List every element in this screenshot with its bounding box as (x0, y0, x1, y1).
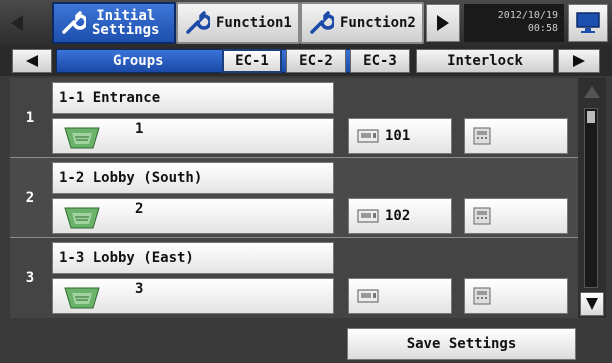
tab-function2[interactable]: Function2 (300, 2, 424, 44)
wrench-icon (62, 11, 86, 34)
me-remote-button[interactable] (464, 118, 568, 154)
row-index: 2 (25, 190, 35, 206)
vertical-scrollbar[interactable] (578, 78, 606, 318)
date-time-display: 2012/10/19 00:58 (464, 4, 564, 42)
me-remote-icon (473, 287, 491, 305)
next-section-button[interactable] (558, 49, 600, 73)
group-name-field[interactable]: 1-1 Entrance (52, 82, 334, 114)
tab-initial-settings-line2: Settings (92, 22, 160, 38)
monitor-icon (576, 12, 600, 33)
remote-controller-address: 101 (385, 128, 411, 144)
monitor-button[interactable] (568, 4, 608, 42)
group-row: 3 1-3 Lobby (East) 3 (10, 238, 578, 318)
unit-select-button[interactable]: 3 (52, 278, 334, 314)
scroll-up-button[interactable] (580, 80, 604, 104)
remote-controller-button[interactable] (348, 278, 452, 314)
tab-function1[interactable]: Function1 (176, 2, 300, 44)
prev-page-button[interactable] (0, 4, 34, 42)
remote-controller-address: 102 (385, 208, 411, 224)
time-text: 00:58 (527, 23, 558, 34)
remote-controller-button[interactable]: 101 (348, 118, 452, 154)
prev-section-button[interactable] (12, 49, 52, 73)
me-remote-icon (473, 127, 491, 145)
remote-controller-icon (357, 129, 379, 143)
tab-function2-label: Function2 (340, 15, 416, 31)
row-index: 1 (25, 110, 35, 126)
unit-number: 1 (135, 121, 144, 137)
left-arrow-icon (11, 15, 23, 31)
scroll-thumb[interactable] (587, 111, 595, 123)
sub-tab-row: Groups EC-1 EC-2 EC-3 Interlock (0, 46, 612, 76)
indoor-unit-icon (64, 127, 100, 149)
unit-select-button[interactable]: 1 (52, 118, 334, 154)
scroll-down-button[interactable] (580, 292, 604, 316)
tab-function1-label: Function1 (216, 15, 292, 31)
me-remote-button[interactable] (464, 198, 568, 234)
group-name-field[interactable]: 1-3 Lobby (East) (52, 242, 334, 274)
next-page-button[interactable] (426, 4, 460, 42)
tab-ec-2-label: EC-2 (299, 53, 333, 69)
down-arrow-icon (586, 298, 598, 310)
group-row: 1 1-1 Entrance 1 101 (10, 78, 578, 158)
tab-interlock-label: Interlock (447, 53, 523, 69)
top-bar: Initial Settings Function1 Function2 201… (0, 0, 612, 46)
tab-ec-3[interactable]: EC-3 (350, 49, 410, 73)
remote-controller-button[interactable]: 102 (348, 198, 452, 234)
tab-initial-settings-label: Initial Settings (92, 9, 159, 37)
indoor-unit-icon (64, 287, 100, 309)
wrench-icon (186, 11, 210, 34)
wrench-icon (310, 11, 334, 34)
tab-groups-label: Groups (113, 53, 164, 69)
unit-select-button[interactable]: 2 (52, 198, 334, 234)
tab-ec-2[interactable]: EC-2 (286, 49, 346, 73)
tab-ec-1-label: EC-1 (235, 53, 269, 69)
me-remote-button[interactable] (464, 278, 568, 314)
unit-number: 3 (135, 281, 144, 297)
tab-ec-1[interactable]: EC-1 (222, 49, 282, 73)
row-index: 3 (25, 270, 35, 286)
remote-controller-icon (357, 289, 379, 303)
tab-initial-settings-line1: Initial (96, 8, 156, 24)
footer-bar: Save Settings (0, 320, 612, 363)
tab-interlock[interactable]: Interlock (416, 49, 554, 73)
group-row: 2 1-2 Lobby (South) 2 102 (10, 158, 578, 238)
tab-ec-3-label: EC-3 (363, 53, 397, 69)
unit-number: 2 (135, 201, 144, 217)
group-name-field[interactable]: 1-2 Lobby (South) (52, 162, 334, 194)
remote-controller-icon (357, 209, 379, 223)
me-remote-icon (473, 207, 491, 225)
date-text: 2012/10/19 (497, 10, 558, 21)
left-arrow-icon (26, 55, 38, 67)
indoor-unit-icon (64, 207, 100, 229)
up-arrow-icon (584, 86, 600, 98)
right-arrow-icon (573, 55, 585, 67)
right-arrow-icon (437, 15, 449, 31)
tab-initial-settings[interactable]: Initial Settings (52, 2, 176, 44)
save-settings-button[interactable]: Save Settings (347, 328, 576, 360)
scroll-track[interactable] (584, 108, 598, 288)
